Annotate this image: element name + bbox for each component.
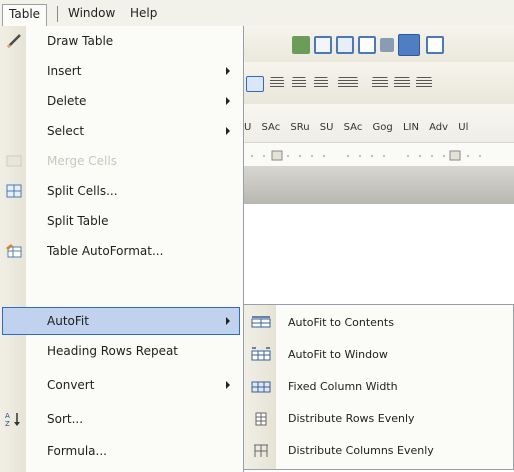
menu-item-merge-cells: Merge Cells — [0, 146, 243, 176]
line-spacing-icon[interactable] — [338, 77, 358, 89]
menu-item-label: Select — [47, 124, 85, 138]
columns-icon[interactable] — [358, 36, 376, 54]
numbering-icon[interactable] — [372, 77, 388, 89]
menu-item-select[interactable]: Select — [0, 116, 243, 146]
sort-icon: A Z — [5, 412, 20, 427]
submenu-item-autofit-window[interactable]: AutoFit to Window — [244, 339, 513, 371]
menu-item-split-cells[interactable]: Split Cells... — [0, 176, 243, 206]
autofit-submenu: AutoFit to Contents AutoFit to Window Fi… — [243, 304, 514, 470]
menu-item-label: Insert — [47, 64, 82, 78]
menu-item-label: AutoFit — [47, 314, 89, 328]
document-map-icon[interactable] — [398, 34, 420, 56]
pencil-icon — [7, 34, 21, 48]
style-button[interactable]: LIN — [403, 122, 419, 133]
bullets-icon[interactable] — [394, 77, 410, 89]
submenu-item-label: AutoFit to Window — [288, 348, 388, 361]
submenu-item-autofit-contents[interactable]: AutoFit to Contents — [244, 307, 513, 339]
menu-item-label: Table AutoFormat... — [47, 244, 164, 258]
menu-item-label: Delete — [47, 94, 87, 108]
merge-cells-icon — [6, 155, 22, 167]
autofit-contents-icon — [251, 316, 271, 328]
fixed-column-width-icon — [251, 381, 271, 393]
menu-item-heading-rows-repeat[interactable]: Heading Rows Repeat — [0, 336, 243, 366]
menu-help[interactable]: Help — [124, 4, 163, 24]
table-autoformat-icon — [6, 244, 22, 258]
standard-toolbar — [244, 26, 514, 62]
svg-text:A: A — [5, 412, 10, 420]
style-button[interactable]: Gog — [373, 122, 393, 133]
submenu-item-label: Distribute Rows Evenly — [288, 412, 415, 425]
style-button[interactable]: SU — [320, 122, 334, 133]
menu-item-label: Draw Table — [47, 34, 114, 48]
style-button[interactable]: U — [244, 122, 251, 133]
toolbar-icon-1[interactable] — [292, 36, 310, 54]
split-cells-icon — [6, 184, 22, 198]
insert-worksheet-icon[interactable] — [336, 36, 354, 54]
align-right-icon[interactable] — [292, 77, 306, 89]
menu-item-convert[interactable]: Convert — [0, 370, 243, 400]
submenu-item-label: Distribute Columns Evenly — [288, 444, 434, 457]
autofit-window-icon — [251, 347, 271, 361]
style-button[interactable]: Adv — [429, 122, 448, 133]
menu-item-insert[interactable]: Insert — [0, 56, 243, 86]
menu-item-label: Split Table — [47, 214, 109, 228]
menu-table[interactable]: Table — [2, 4, 48, 27]
menu-item-label: Heading Rows Repeat — [47, 344, 179, 358]
style-button[interactable]: SRu — [290, 122, 309, 133]
submenu-item-distribute-rows[interactable]: Distribute Rows Evenly — [244, 403, 513, 435]
menubar-separator — [57, 6, 58, 22]
menu-item-label: Sort... — [47, 412, 84, 426]
ruler-ticks — [251, 150, 481, 161]
style-button[interactable]: Ul — [458, 122, 468, 133]
submenu-item-fixed-column-width[interactable]: Fixed Column Width — [244, 371, 513, 403]
menu-item-split-table[interactable]: Split Table — [0, 206, 243, 236]
menu-item-label: Merge Cells — [47, 154, 117, 168]
drawing-icon[interactable] — [380, 38, 394, 52]
menu-bar: Table Window Help — [0, 0, 514, 27]
justify-icon[interactable] — [314, 77, 328, 89]
submenu-arrow-icon — [226, 317, 230, 325]
submenu-item-distribute-columns[interactable]: Distribute Columns Evenly — [244, 435, 513, 467]
menu-window[interactable]: Window — [62, 4, 121, 24]
submenu-item-label: Fixed Column Width — [288, 380, 398, 393]
align-center-icon[interactable] — [270, 77, 284, 89]
svg-text:Z: Z — [5, 420, 10, 427]
formatting-toolbar — [244, 62, 514, 104]
menu-item-sort[interactable]: A Z Sort... — [0, 404, 243, 434]
styles-toolbar: U SAc SRu SU SAc Gog LIN Adv Ul — [244, 122, 514, 140]
insert-table-icon[interactable] — [314, 36, 332, 54]
menu-item-label: Formula... — [47, 444, 107, 458]
show-hide-icon[interactable] — [426, 36, 444, 54]
style-button[interactable]: SAc — [344, 122, 363, 133]
horizontal-ruler[interactable] — [244, 142, 514, 168]
menu-item-draw-table[interactable]: Draw Table — [0, 26, 243, 56]
menu-item-delete[interactable]: Delete — [0, 86, 243, 116]
menu-item-autofit[interactable]: AutoFit — [0, 306, 243, 336]
style-button[interactable]: SAc — [262, 122, 281, 133]
menu-item-label: Split Cells... — [47, 184, 118, 198]
menu-item-formula[interactable]: Formula... — [0, 436, 243, 466]
table-menu: Draw Table Insert Delete Select Merge Ce… — [0, 26, 244, 472]
distribute-columns-icon — [254, 444, 268, 457]
distribute-rows-icon — [255, 412, 267, 426]
menu-item-label: Convert — [47, 378, 95, 392]
decrease-indent-icon[interactable] — [416, 77, 432, 89]
submenu-item-label: AutoFit to Contents — [288, 316, 394, 329]
submenu-arrow-icon — [226, 97, 230, 105]
align-left-icon[interactable] — [246, 76, 264, 92]
document-gray-band — [244, 166, 514, 204]
submenu-arrow-icon — [226, 127, 230, 135]
submenu-arrow-icon — [226, 67, 230, 75]
menu-highlight — [2, 307, 240, 335]
submenu-arrow-icon — [226, 381, 230, 389]
menu-item-table-autoformat[interactable]: Table AutoFormat... — [0, 236, 243, 266]
